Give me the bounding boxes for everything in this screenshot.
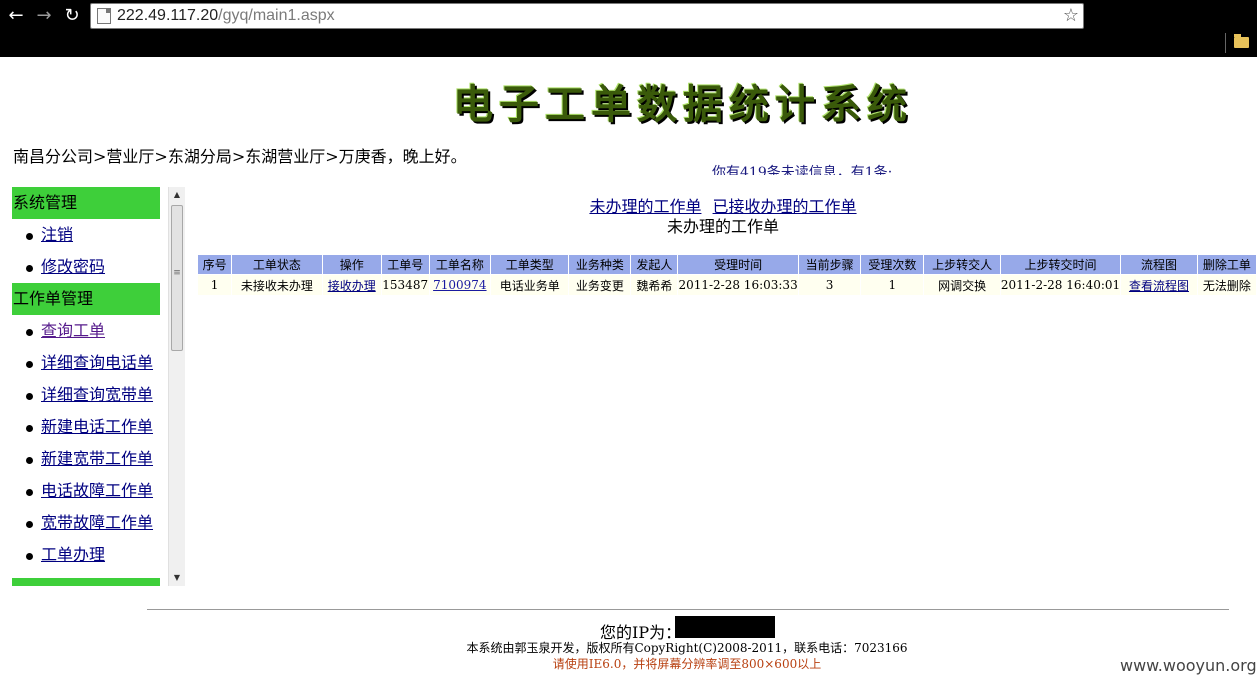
- sidebar-frame: 系统管理 注销 修改密码 工作单管理 查询工单 详细查询电话单 详细查询宽带单 …: [12, 187, 185, 586]
- menu-item-logout: 注销: [12, 219, 160, 251]
- accept-process-link[interactable]: 接收办理: [328, 279, 376, 293]
- cell-prev-time: 2011-2-28 16:40:01: [999, 274, 1122, 296]
- menu-item-phone-fault-order: 电话故障工作单: [12, 475, 160, 507]
- table-header-row: 序号 工单状态 操作 工单号 工单名称 工单类型 业务种类 发起人 受理时间 当…: [196, 254, 1257, 275]
- cell-business-type: 业务变更: [568, 274, 632, 296]
- col-header-prev-time: 上步转交时间: [999, 254, 1122, 275]
- col-header-seq: 序号: [196, 254, 233, 275]
- col-header-accept-count: 受理次数: [860, 254, 925, 275]
- scroll-thumb[interactable]: [171, 205, 183, 351]
- browser-notice: 请使用IE6.0，并将屏幕分辨率调至800×600以上: [552, 657, 822, 671]
- scroll-down-arrow-icon[interactable]: ▼: [169, 570, 185, 586]
- watermark-text: www.wooyun.org: [1120, 656, 1257, 675]
- cell-order-name: 7100974: [428, 274, 492, 296]
- order-name-link[interactable]: 7100974: [433, 278, 486, 292]
- url-text[interactable]: 222.49.117.20/gyq/main1.aspx: [117, 7, 335, 25]
- cell-accept-count: 1: [860, 274, 925, 296]
- bookmark-star-icon[interactable]: ☆: [1063, 5, 1079, 26]
- list-subtitle: 未办理的工作单: [666, 217, 779, 236]
- menu-item-query-phone-orders: 详细查询电话单: [12, 347, 160, 379]
- menu-item-new-phone-order: 新建电话工作单: [12, 411, 160, 443]
- cell-flowchart: 查看流程图: [1120, 274, 1198, 296]
- process-orders-link[interactable]: 工单办理: [41, 545, 105, 564]
- menu-item-query-orders: 查询工单: [12, 315, 160, 347]
- cell-initiator: 魏希希: [630, 274, 679, 296]
- menu-item-change-password: 修改密码: [12, 251, 160, 283]
- sidebar-menu: 系统管理 注销 修改密码 工作单管理 查询工单 详细查询电话单 详细查询宽带单 …: [12, 187, 160, 571]
- cell-action: 接收办理: [321, 274, 382, 296]
- menu-item-broadband-fault-order: 宽带故障工作单: [12, 507, 160, 539]
- new-phone-order-link[interactable]: 新建电话工作单: [41, 417, 153, 436]
- unread-marquee[interactable]: 你有419条未读信息，有1条:: [712, 163, 892, 175]
- system-title: 电子工单数据统计系统: [453, 82, 913, 128]
- cell-status: 未接收未办理: [231, 274, 323, 296]
- work-order-table: 序号 工单状态 操作 工单号 工单名称 工单类型 业务种类 发起人 受理时间 当…: [196, 254, 1257, 296]
- menu-item-process-orders: 工单办理: [12, 539, 160, 571]
- section-work-order-management[interactable]: 工作单管理: [12, 283, 160, 315]
- col-header-business-type: 业务种类: [568, 254, 632, 275]
- address-bar[interactable]: 222.49.117.20/gyq/main1.aspx ☆: [90, 3, 1084, 29]
- copyright-text: 本系统由郭玉泉开发，版权所有CopyRight(C)2008-2011，联系电话…: [466, 641, 908, 655]
- cell-order-type: 电话业务单: [490, 274, 570, 296]
- menu-item-query-broadband-orders: 详细查询宽带单: [12, 379, 160, 411]
- col-header-order-name: 工单名称: [428, 254, 492, 275]
- greeting-breadcrumb: 南昌分公司>营业厅>东湖分局>东湖营业厅>万庚香，晚上好。: [13, 147, 467, 166]
- cell-seq: 1: [196, 274, 233, 296]
- folder-icon[interactable]: [1234, 34, 1249, 48]
- phone-fault-order-link[interactable]: 电话故障工作单: [41, 481, 153, 500]
- query-broadband-orders-link[interactable]: 详细查询宽带单: [41, 385, 153, 404]
- col-header-status: 工单状态: [231, 254, 323, 275]
- col-header-flowchart: 流程图: [1120, 254, 1198, 275]
- cell-accept-time: 2011-2-28 16:03:33: [677, 274, 799, 296]
- cell-prev-handler: 网调交换: [923, 274, 1001, 296]
- query-orders-link[interactable]: 查询工单: [41, 321, 105, 340]
- col-header-order-type: 工单类型: [490, 254, 570, 275]
- forward-arrow-icon[interactable]: →: [34, 6, 54, 26]
- new-broadband-order-link[interactable]: 新建宽带工作单: [41, 449, 153, 468]
- cell-delete: 无法删除: [1196, 274, 1257, 296]
- col-header-order-no: 工单号: [380, 254, 430, 275]
- reload-icon[interactable]: ↻: [62, 6, 82, 26]
- ip-redaction: [675, 616, 775, 638]
- bookmark-bar-separator: [1225, 33, 1226, 53]
- section-header-partial[interactable]: [12, 578, 160, 586]
- table-row: 1 未接收未办理 接收办理 153487 7100974 电话业务单 业务变更 …: [196, 274, 1257, 296]
- url-host: 222.49.117.20: [117, 7, 219, 24]
- section-system-management[interactable]: 系统管理: [12, 187, 160, 219]
- col-header-prev-handler: 上步转交人: [923, 254, 1001, 275]
- col-header-delete: 删除工单: [1196, 254, 1257, 275]
- scroll-up-arrow-icon[interactable]: ▲: [169, 187, 185, 203]
- cell-order-no: 153487: [380, 274, 430, 296]
- page-icon: [97, 8, 111, 24]
- view-flowchart-link[interactable]: 查看流程图: [1129, 279, 1189, 293]
- col-header-action: 操作: [321, 254, 382, 275]
- menu-item-new-broadband-order: 新建宽带工作单: [12, 443, 160, 475]
- sidebar-scrollbar[interactable]: ▲ ▼: [168, 187, 185, 586]
- back-arrow-icon[interactable]: ←: [6, 6, 26, 26]
- cell-current-step: 3: [797, 274, 862, 296]
- col-header-initiator: 发起人: [630, 254, 679, 275]
- url-path: /gyq/main1.aspx: [218, 7, 335, 24]
- footer-divider: [147, 609, 1229, 610]
- browser-toolbar: ← → ↻ 222.49.117.20/gyq/main1.aspx ☆: [0, 0, 1257, 57]
- query-phone-orders-link[interactable]: 详细查询电话单: [41, 353, 153, 372]
- broadband-fault-order-link[interactable]: 宽带故障工作单: [41, 513, 153, 532]
- change-password-link[interactable]: 修改密码: [41, 257, 105, 276]
- col-header-current-step: 当前步骤: [797, 254, 862, 275]
- logout-link[interactable]: 注销: [41, 225, 73, 244]
- col-header-accept-time: 受理时间: [677, 254, 799, 275]
